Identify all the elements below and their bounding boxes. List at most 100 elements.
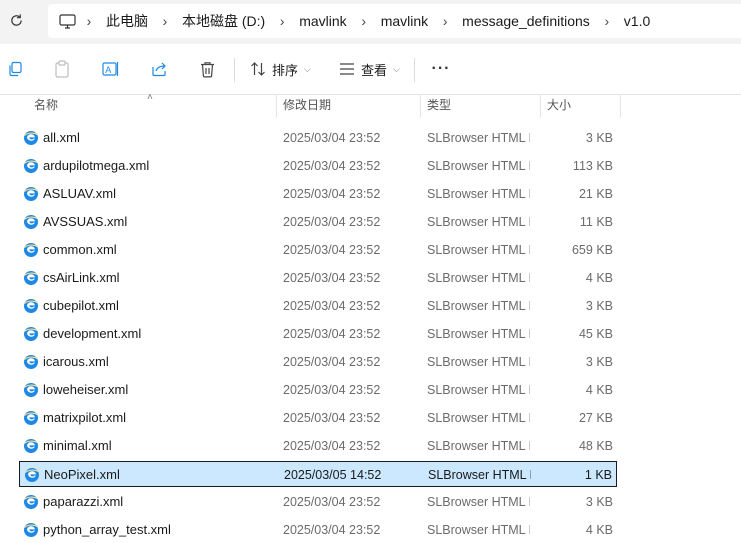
file-row[interactable]: cubepilot.xml 2025/03/04 23:52 SLBrowser H…	[19, 293, 617, 319]
column-header-size[interactable]: 大小	[547, 94, 571, 118]
chevron-right-icon[interactable]: ›	[351, 13, 377, 29]
column-resize-handle[interactable]	[620, 94, 621, 118]
file-modified-date: 2025/03/04 23:52	[283, 439, 381, 453]
trash-icon	[200, 61, 215, 78]
file-size: 48 KB	[578, 439, 613, 453]
chevron-right-icon[interactable]: ›	[152, 13, 178, 29]
file-type: SLBrowser HTML Document	[427, 271, 530, 285]
toolbar-divider	[234, 58, 235, 82]
view-icon	[339, 62, 355, 76]
delete-button[interactable]	[195, 56, 219, 82]
file-modified-date: 2025/03/04 23:52	[283, 495, 381, 509]
file-row[interactable]: AVSSUAS.xml 2025/03/04 23:52 SLBrowser HTM…	[19, 209, 617, 235]
sort-button[interactable]: 排序 ⌵	[250, 56, 311, 82]
chevron-right-icon[interactable]: ›	[594, 13, 620, 29]
file-modified-date: 2025/03/04 23:52	[283, 299, 381, 313]
file-name: icarous.xml	[43, 354, 109, 369]
breadcrumb-item[interactable]: 本地磁盘 (D:)	[178, 11, 269, 31]
file-modified-date: 2025/03/04 23:52	[283, 271, 381, 285]
command-bar: A 排序 ⌵ 查看 ⌵ ···	[0, 44, 741, 95]
column-header-row: 名称 ˄ 修改日期 类型 大小	[0, 92, 741, 118]
file-row[interactable]: python_array_test.xml 2025/03/04 23:52 SLB…	[19, 517, 617, 543]
file-size: 4 KB	[585, 523, 613, 537]
file-name: ASLUAV.xml	[43, 186, 116, 201]
file-name: python_array_test.xml	[43, 522, 171, 537]
file-modified-date: 2025/03/04 23:52	[283, 243, 381, 257]
rename-button[interactable]: A	[99, 56, 123, 82]
file-size: 11 KB	[579, 215, 613, 229]
chevron-right-icon[interactable]: ›	[432, 13, 458, 29]
sort-ascending-icon: ˄	[147, 92, 153, 103]
column-resize-handle[interactable]	[540, 94, 541, 118]
more-icon: ···	[431, 60, 451, 77]
breadcrumb-item[interactable]: 此电脑	[102, 11, 152, 31]
file-type: SLBrowser HTML Document	[427, 131, 530, 145]
file-row[interactable]: all.xml 2025/03/04 23:52 SLBrowser HTML Do…	[19, 125, 617, 151]
column-resize-handle[interactable]	[420, 94, 421, 118]
file-row[interactable]: loweheiser.xml 2025/03/04 23:52 SLBrowser …	[19, 377, 617, 403]
html-file-icon	[23, 382, 39, 398]
toolbar-divider	[414, 58, 415, 82]
chevron-right-icon[interactable]: ›	[269, 13, 295, 29]
file-size: 3 KB	[585, 355, 613, 369]
file-type: SLBrowser HTML Document	[427, 439, 530, 453]
file-row[interactable]: paparazzi.xml 2025/03/04 23:52 SLBrowser H…	[19, 489, 617, 515]
file-size: 113 KB	[572, 159, 613, 173]
more-options-button[interactable]: ···	[429, 56, 453, 82]
file-modified-date: 2025/03/04 23:52	[283, 159, 381, 173]
column-header-type[interactable]: 类型	[427, 94, 451, 118]
copy-button[interactable]	[4, 56, 26, 82]
share-button[interactable]	[147, 56, 171, 82]
copy-icon	[7, 61, 23, 77]
html-file-icon	[23, 242, 39, 258]
breadcrumb-item[interactable]: mavlink	[295, 13, 350, 29]
file-type: SLBrowser HTML Document	[427, 187, 530, 201]
html-file-icon	[23, 354, 39, 370]
file-row[interactable]: csAirLink.xml 2025/03/04 23:52 SLBrowser H…	[19, 265, 617, 291]
paste-icon	[54, 60, 70, 78]
breadcrumb-item[interactable]: message_definitions	[458, 13, 594, 29]
breadcrumb-item[interactable]: mavlink	[377, 13, 432, 29]
file-row[interactable]: icarous.xml 2025/03/04 23:52 SLBrowser HTM…	[19, 349, 617, 375]
file-row[interactable]: development.xml 2025/03/04 23:52 SLBrowser…	[19, 321, 617, 347]
sort-label: 排序	[272, 62, 299, 78]
rename-icon: A	[102, 61, 120, 77]
html-file-icon	[23, 326, 39, 342]
paste-button[interactable]	[50, 56, 74, 82]
computer-icon[interactable]	[58, 12, 76, 30]
file-name: all.xml	[43, 130, 80, 145]
file-name: csAirLink.xml	[43, 270, 120, 285]
column-header-name[interactable]: 名称	[34, 94, 58, 118]
chevron-right-icon[interactable]: ›	[76, 13, 102, 29]
file-type: SLBrowser HTML Document	[427, 495, 530, 509]
file-type: SLBrowser HTML Document	[427, 383, 530, 397]
html-file-icon	[23, 186, 39, 202]
breadcrumb-item[interactable]: v1.0	[620, 13, 654, 29]
file-size: 4 KB	[585, 271, 613, 285]
address-bar: › 此电脑 › 本地磁盘 (D:) › mavlink › mavlink › …	[0, 0, 741, 44]
file-row[interactable]: common.xml 2025/03/04 23:52 SLBrowser HTML…	[19, 237, 617, 263]
column-resize-handle[interactable]	[276, 94, 277, 118]
file-size: 45 KB	[578, 327, 613, 341]
file-modified-date: 2025/03/04 23:52	[283, 523, 381, 537]
file-modified-date: 2025/03/04 23:52	[283, 327, 381, 341]
file-size: 27 KB	[578, 411, 613, 425]
html-file-icon	[23, 158, 39, 174]
chevron-down-icon: ⌵	[393, 63, 400, 74]
file-type: SLBrowser HTML Document	[427, 355, 530, 369]
file-row[interactable]: ardupilotmega.xml 2025/03/04 23:52 SLBrows…	[19, 153, 617, 179]
share-icon	[151, 61, 168, 77]
file-name: NeoPixel.xml	[44, 467, 120, 482]
column-header-date[interactable]: 修改日期	[283, 94, 331, 118]
html-file-icon	[23, 130, 39, 146]
file-row[interactable]: matrixpilot.xml 2025/03/04 23:52 SLBrowser…	[19, 405, 617, 431]
html-file-icon	[23, 298, 39, 314]
breadcrumb[interactable]: › 此电脑 › 本地磁盘 (D:) › mavlink › mavlink › …	[48, 4, 741, 38]
file-name: cubepilot.xml	[43, 298, 119, 313]
view-button[interactable]: 查看 ⌵	[339, 56, 400, 82]
refresh-icon[interactable]	[6, 10, 26, 30]
file-row-selected[interactable]: NeoPixel.xml 2025/03/05 14:52 SLBrowser HT…	[19, 461, 617, 487]
file-type: SLBrowser HTML Document	[427, 215, 530, 229]
file-row[interactable]: minimal.xml 2025/03/04 23:52 SLBrowser HTM…	[19, 433, 617, 459]
file-row[interactable]: ASLUAV.xml 2025/03/04 23:52 SLBrowser HTML…	[19, 181, 617, 207]
